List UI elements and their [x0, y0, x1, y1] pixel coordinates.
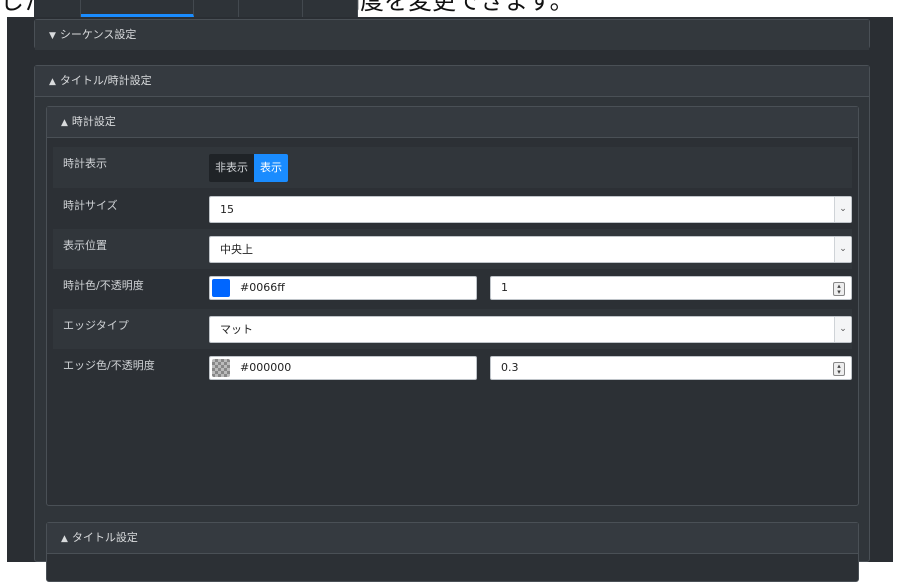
collapse-arrow-icon: ▼ — [49, 31, 56, 41]
edge-color-row: エッジ色/不透明度 #000000 0.3 ▴ ▾ — [53, 349, 852, 389]
tab-bar — [34, 0, 864, 17]
clock-display-row: 時計表示 非表示 表示 — [53, 147, 852, 188]
clock-color-hex: #0066ff — [240, 281, 285, 294]
settings-app: ▼ シーケンス設定 ▲ タイトル/時計設定 ▲ 時計設定 時計表示 非表示 表示 時計… — [7, 17, 893, 582]
display-position-value: 中央上 — [220, 243, 253, 256]
title-settings-header[interactable]: ▲ タイトル設定 — [47, 523, 858, 554]
chevron-down-icon: ⌄ — [834, 317, 851, 342]
expand-arrow-icon: ▲ — [61, 118, 68, 128]
title-clock-settings-panel: ▲タイトル/時計設定 ▲時計設定 時計表示 非表示 表示 時計サイズ 15 — [34, 65, 870, 582]
spinner-icon[interactable]: ▴ ▾ — [833, 362, 845, 376]
clock-opacity-input[interactable]: 1 ▴ ▾ — [490, 276, 852, 300]
tab-1[interactable] — [34, 0, 81, 17]
clock-size-label: 時計サイズ — [63, 199, 118, 212]
clock-settings-title: 時計設定 — [71, 115, 116, 128]
display-position-select[interactable]: 中央上 ⌄ — [209, 236, 852, 263]
clock-settings-panel: ▲ 時計設定 時計表示 非表示 表示 時計サイズ 15 ⌄ 表示位置 中央上 ⌄… — [46, 106, 859, 506]
expand-arrow-icon: ▲ — [49, 77, 56, 87]
edge-color-input[interactable]: #000000 — [209, 356, 477, 380]
edge-type-label: エッジタイプ — [63, 319, 129, 332]
hide-option[interactable]: 非表示 — [209, 154, 254, 182]
edge-opacity-value: 0.3 — [501, 361, 519, 374]
clock-opacity-value: 1 — [501, 281, 508, 294]
clock-size-row: 時計サイズ 15 ⌄ — [53, 189, 852, 229]
title-clock-settings-header[interactable]: ▲ タイトル/時計設定 — [35, 66, 869, 97]
clock-size-select[interactable]: 15 ⌄ — [209, 196, 852, 223]
color-swatch[interactable] — [212, 359, 230, 377]
clock-settings-header[interactable]: ▲ 時計設定 — [47, 107, 858, 138]
sequence-settings-header[interactable]: ▼ シーケンス設定 — [35, 20, 869, 50]
edge-type-value: マット — [220, 323, 253, 336]
chevron-down-icon: ⌄ — [834, 197, 851, 222]
clock-color-input[interactable]: #0066ff — [209, 276, 477, 300]
clock-display-toggle: 非表示 表示 — [209, 154, 288, 182]
clock-display-label: 時計表示 — [63, 157, 107, 170]
expand-arrow-icon: ▲ — [61, 534, 68, 544]
edge-type-row: エッジタイプ マット ⌄ — [53, 309, 852, 349]
color-swatch[interactable] — [212, 279, 230, 297]
title-settings-panel: ▲ タイトル設定 — [46, 522, 859, 582]
tab-5[interactable] — [303, 0, 358, 17]
title-settings-title: タイトル設定 — [71, 531, 138, 544]
edge-opacity-input[interactable]: 0.3 ▴ ▾ — [490, 356, 852, 380]
sequence-settings-panel: ▼ シーケンス設定 — [34, 19, 870, 50]
tab-2[interactable] — [81, 0, 194, 17]
chevron-down-icon: ⌄ — [834, 237, 851, 262]
edge-color-hex: #000000 — [240, 361, 292, 374]
tab-4[interactable] — [239, 0, 303, 17]
clock-size-value: 15 — [220, 203, 234, 216]
edge-type-select[interactable]: マット ⌄ — [209, 316, 852, 343]
display-position-row: 表示位置 中央上 ⌄ — [53, 229, 852, 269]
sequence-settings-title: シーケンス設定 — [59, 28, 137, 41]
clock-color-row: 時計色/不透明度 #0066ff 1 ▴ ▾ — [53, 269, 852, 309]
clock-color-label: 時計色/不透明度 — [63, 279, 144, 292]
title-clock-settings-title: タイトル/時計設定 — [59, 74, 152, 87]
tab-3[interactable] — [194, 0, 239, 17]
spinner-icon[interactable]: ▴ ▾ — [833, 282, 845, 296]
show-option[interactable]: 表示 — [254, 154, 288, 182]
display-position-label: 表示位置 — [63, 239, 107, 252]
edge-color-label: エッジ色/不透明度 — [63, 359, 155, 372]
